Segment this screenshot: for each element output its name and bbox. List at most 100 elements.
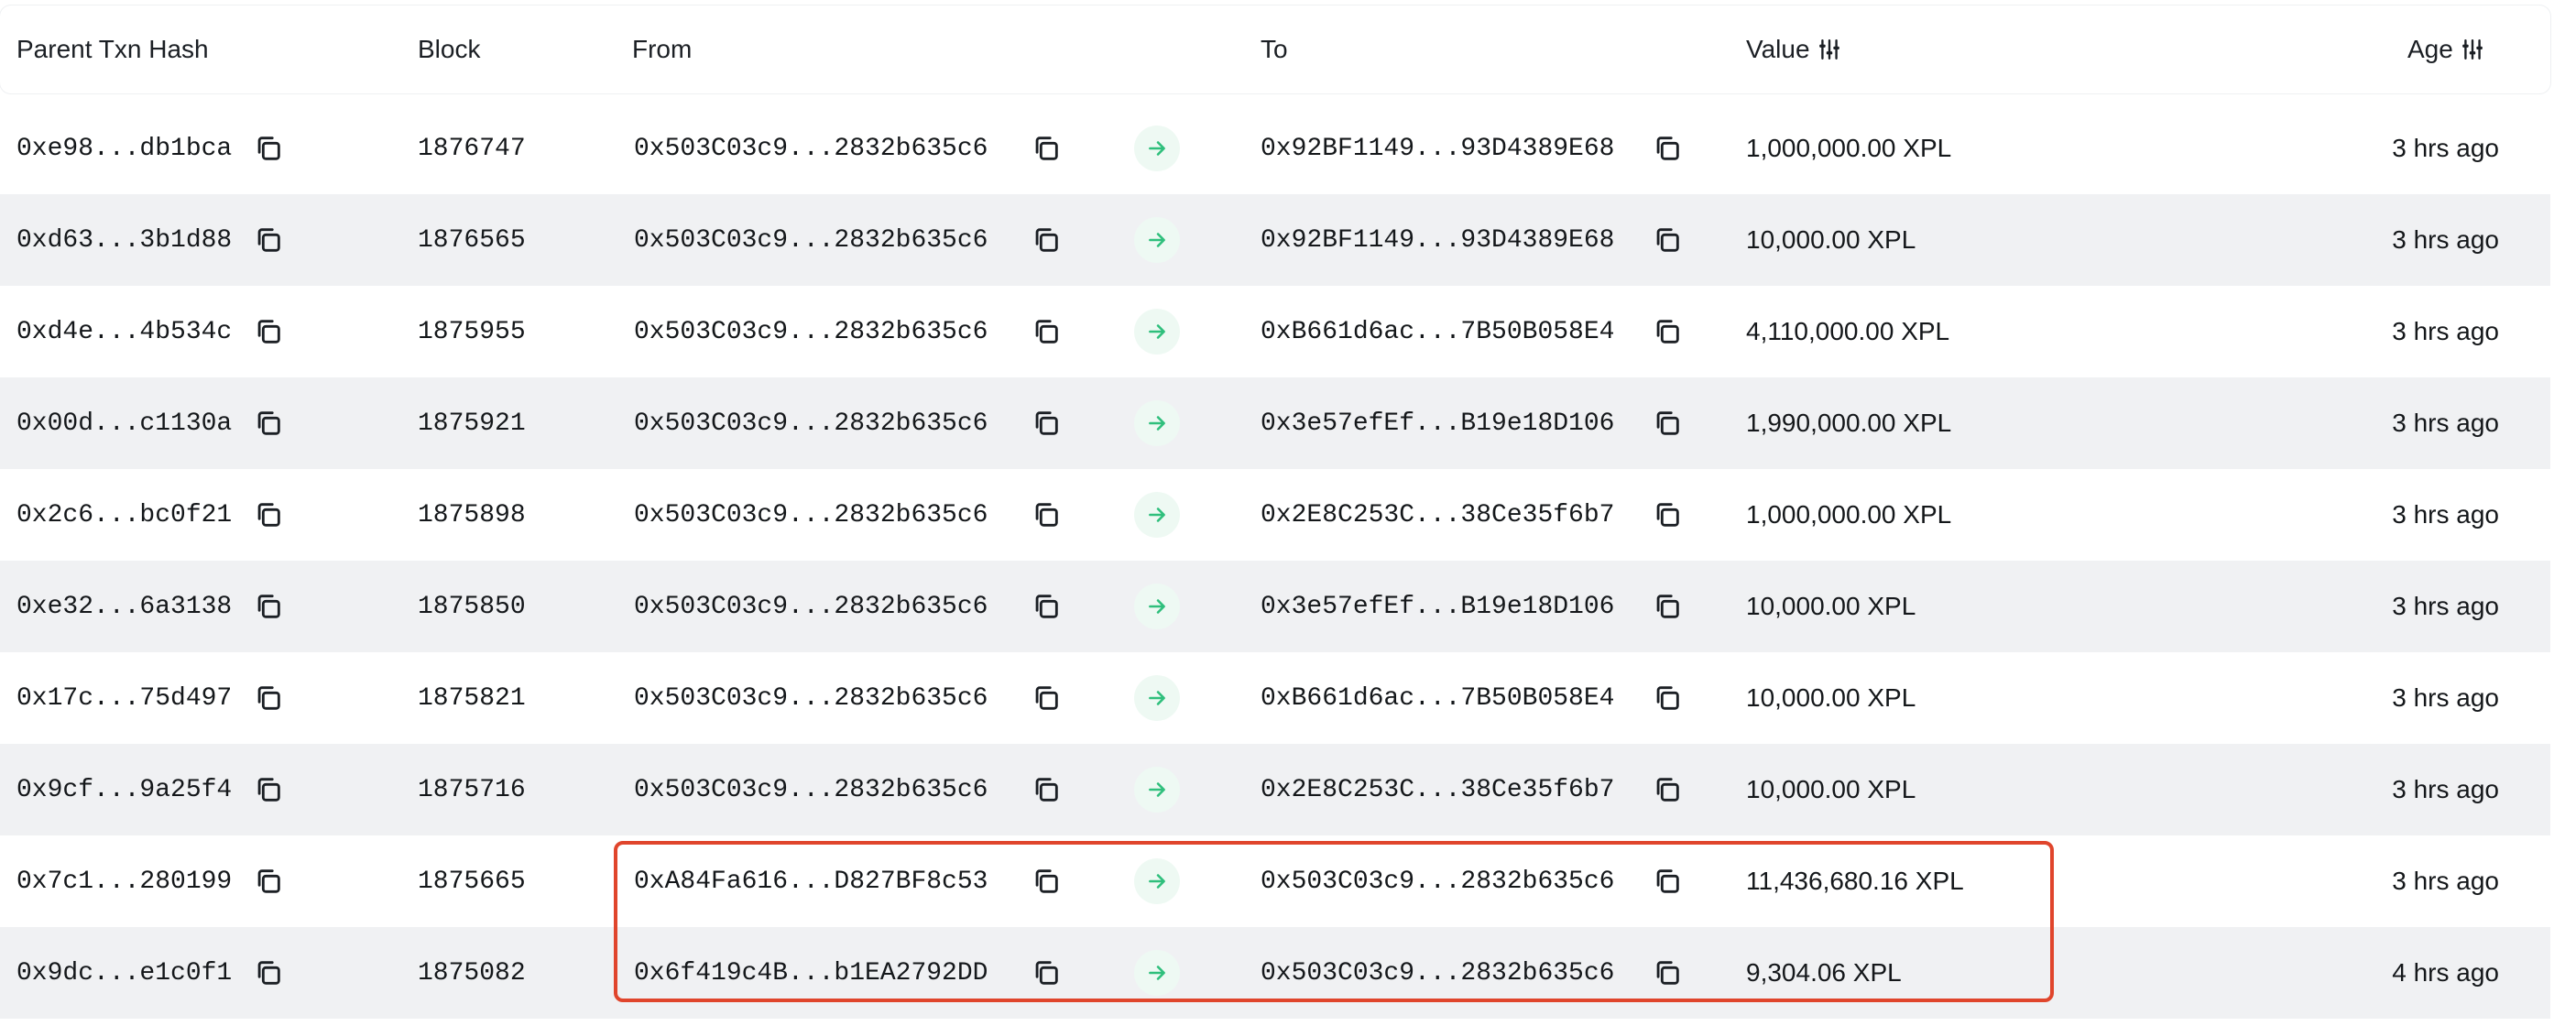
value-text: 10,000.00 XPL [1746,683,1916,712]
block-link[interactable]: 1875850 [418,561,526,652]
block-link[interactable]: 1875821 [418,652,526,744]
parent-txn-hash-link[interactable]: 0xe32...6a3138 [16,561,232,652]
block-link[interactable]: 1875716 [418,744,526,835]
age-filter-icon[interactable] [2461,38,2484,61]
value-text: 11,436,680.16 XPL [1746,867,1964,895]
copy-hash-icon[interactable] [253,499,284,530]
parent-txn-hash-link[interactable]: 0xd63...3b1d88 [16,194,232,286]
parent-txn-hash-link[interactable]: 0xe98...db1bca [16,103,232,194]
table-row: 0x00d...c1130a 1875921 0x503C03c9...2832b6… [0,377,2550,469]
copy-from-icon[interactable] [1031,591,1062,622]
value-text: 4,110,000.00 XPL [1746,317,1950,345]
copy-from-icon[interactable] [1031,408,1062,439]
to-address-link[interactable]: 0x3e57efEf...B19e18D106 [1261,377,1614,469]
parent-txn-hash-link[interactable]: 0xd4e...4b534c [16,286,232,377]
age-text: 3 hrs ago [2392,225,2499,254]
table-row: 0xe98...db1bca 1876747 0x503C03c9...2832b6… [0,103,2550,194]
header-block: Block [418,35,481,63]
parent-txn-hash-link[interactable]: 0x17c...75d497 [16,652,232,744]
copy-to-icon[interactable] [1652,957,1683,988]
table-row: 0x9dc...e1c0f1 1875082 0x6f419c4B...b1EA27… [0,927,2550,1019]
table-row: 0xd63...3b1d88 1876565 0x503C03c9...2832b6… [0,194,2550,286]
header-value[interactable]: Value [1746,5,1841,93]
parent-txn-hash-link[interactable]: 0x9dc...e1c0f1 [16,927,232,1019]
header-parent-txn-hash: Parent Txn Hash [16,35,209,63]
parent-txn-hash-link[interactable]: 0x00d...c1130a [16,377,232,469]
to-address-link[interactable]: 0xB661d6ac...7B50B058E4 [1261,652,1614,744]
copy-to-icon[interactable] [1652,224,1683,256]
copy-hash-icon[interactable] [253,316,284,347]
copy-to-icon[interactable] [1652,591,1683,622]
block-link[interactable]: 1875898 [418,469,526,561]
from-address-link[interactable]: 0x503C03c9...2832b635c6 [634,469,988,561]
block-link[interactable]: 1875921 [418,377,526,469]
copy-to-icon[interactable] [1652,866,1683,897]
value-text: 1,000,000.00 XPL [1746,500,1952,529]
age-text: 3 hrs ago [2392,867,2499,895]
from-address-link[interactable]: 0x503C03c9...2832b635c6 [634,194,988,286]
from-address-link[interactable]: 0x503C03c9...2832b635c6 [634,561,988,652]
block-link[interactable]: 1875665 [418,835,526,927]
age-text: 3 hrs ago [2392,409,2499,437]
copy-hash-icon[interactable] [253,591,284,622]
to-address-link[interactable]: 0x2E8C253C...38Ce35f6b7 [1261,744,1614,835]
from-address-link[interactable]: 0x503C03c9...2832b635c6 [634,103,988,194]
from-address-link[interactable]: 0x503C03c9...2832b635c6 [634,377,988,469]
from-address-link[interactable]: 0xA84Fa616...D827BF8c53 [634,835,988,927]
copy-to-icon[interactable] [1652,682,1683,714]
age-text: 3 hrs ago [2392,134,2499,162]
parent-txn-hash-link[interactable]: 0x2c6...bc0f21 [16,469,232,561]
from-address-link[interactable]: 0x503C03c9...2832b635c6 [634,652,988,744]
arrow-right-icon [1134,400,1180,446]
value-text: 1,000,000.00 XPL [1746,134,1952,162]
copy-from-icon[interactable] [1031,133,1062,164]
to-address-link[interactable]: 0x92BF1149...93D4389E68 [1261,194,1614,286]
copy-from-icon[interactable] [1031,774,1062,805]
value-filter-icon[interactable] [1817,38,1841,61]
block-link[interactable]: 1876747 [418,103,526,194]
copy-to-icon[interactable] [1652,499,1683,530]
copy-to-icon[interactable] [1652,133,1683,164]
to-address-link[interactable]: 0x503C03c9...2832b635c6 [1261,927,1614,1019]
copy-hash-icon[interactable] [253,133,284,164]
copy-from-icon[interactable] [1031,316,1062,347]
to-address-link[interactable]: 0x3e57efEf...B19e18D106 [1261,561,1614,652]
copy-from-icon[interactable] [1031,224,1062,256]
copy-hash-icon[interactable] [253,408,284,439]
to-address-link[interactable]: 0x92BF1149...93D4389E68 [1261,103,1614,194]
block-link[interactable]: 1875082 [418,927,526,1019]
copy-hash-icon[interactable] [253,682,284,714]
value-text: 9,304.06 XPL [1746,958,1902,987]
from-address-link[interactable]: 0x503C03c9...2832b635c6 [634,744,988,835]
arrow-right-icon [1134,675,1180,721]
to-address-link[interactable]: 0x2E8C253C...38Ce35f6b7 [1261,469,1614,561]
from-address-link[interactable]: 0x6f419c4B...b1EA2792DD [634,927,988,1019]
block-link[interactable]: 1875955 [418,286,526,377]
age-text: 3 hrs ago [2392,500,2499,529]
copy-hash-icon[interactable] [253,866,284,897]
copy-to-icon[interactable] [1652,408,1683,439]
header-to: To [1261,35,1288,63]
copy-from-icon[interactable] [1031,682,1062,714]
copy-from-icon[interactable] [1031,499,1062,530]
arrow-right-icon [1134,584,1180,629]
copy-hash-icon[interactable] [253,957,284,988]
to-address-link[interactable]: 0x503C03c9...2832b635c6 [1261,835,1614,927]
copy-hash-icon[interactable] [253,224,284,256]
copy-from-icon[interactable] [1031,866,1062,897]
to-address-link[interactable]: 0xB661d6ac...7B50B058E4 [1261,286,1614,377]
parent-txn-hash-link[interactable]: 0x7c1...280199 [16,835,232,927]
copy-to-icon[interactable] [1652,774,1683,805]
value-text: 10,000.00 XPL [1746,592,1916,620]
age-text: 3 hrs ago [2392,775,2499,803]
parent-txn-hash-link[interactable]: 0x9cf...9a25f4 [16,744,232,835]
header-age[interactable]: Age [2407,5,2484,93]
value-text: 10,000.00 XPL [1746,775,1916,803]
copy-hash-icon[interactable] [253,774,284,805]
header-age-label: Age [2407,35,2453,63]
from-address-link[interactable]: 0x503C03c9...2832b635c6 [634,286,988,377]
table-row: 0x2c6...bc0f21 1875898 0x503C03c9...2832b6… [0,469,2550,561]
copy-from-icon[interactable] [1031,957,1062,988]
copy-to-icon[interactable] [1652,316,1683,347]
block-link[interactable]: 1876565 [418,194,526,286]
